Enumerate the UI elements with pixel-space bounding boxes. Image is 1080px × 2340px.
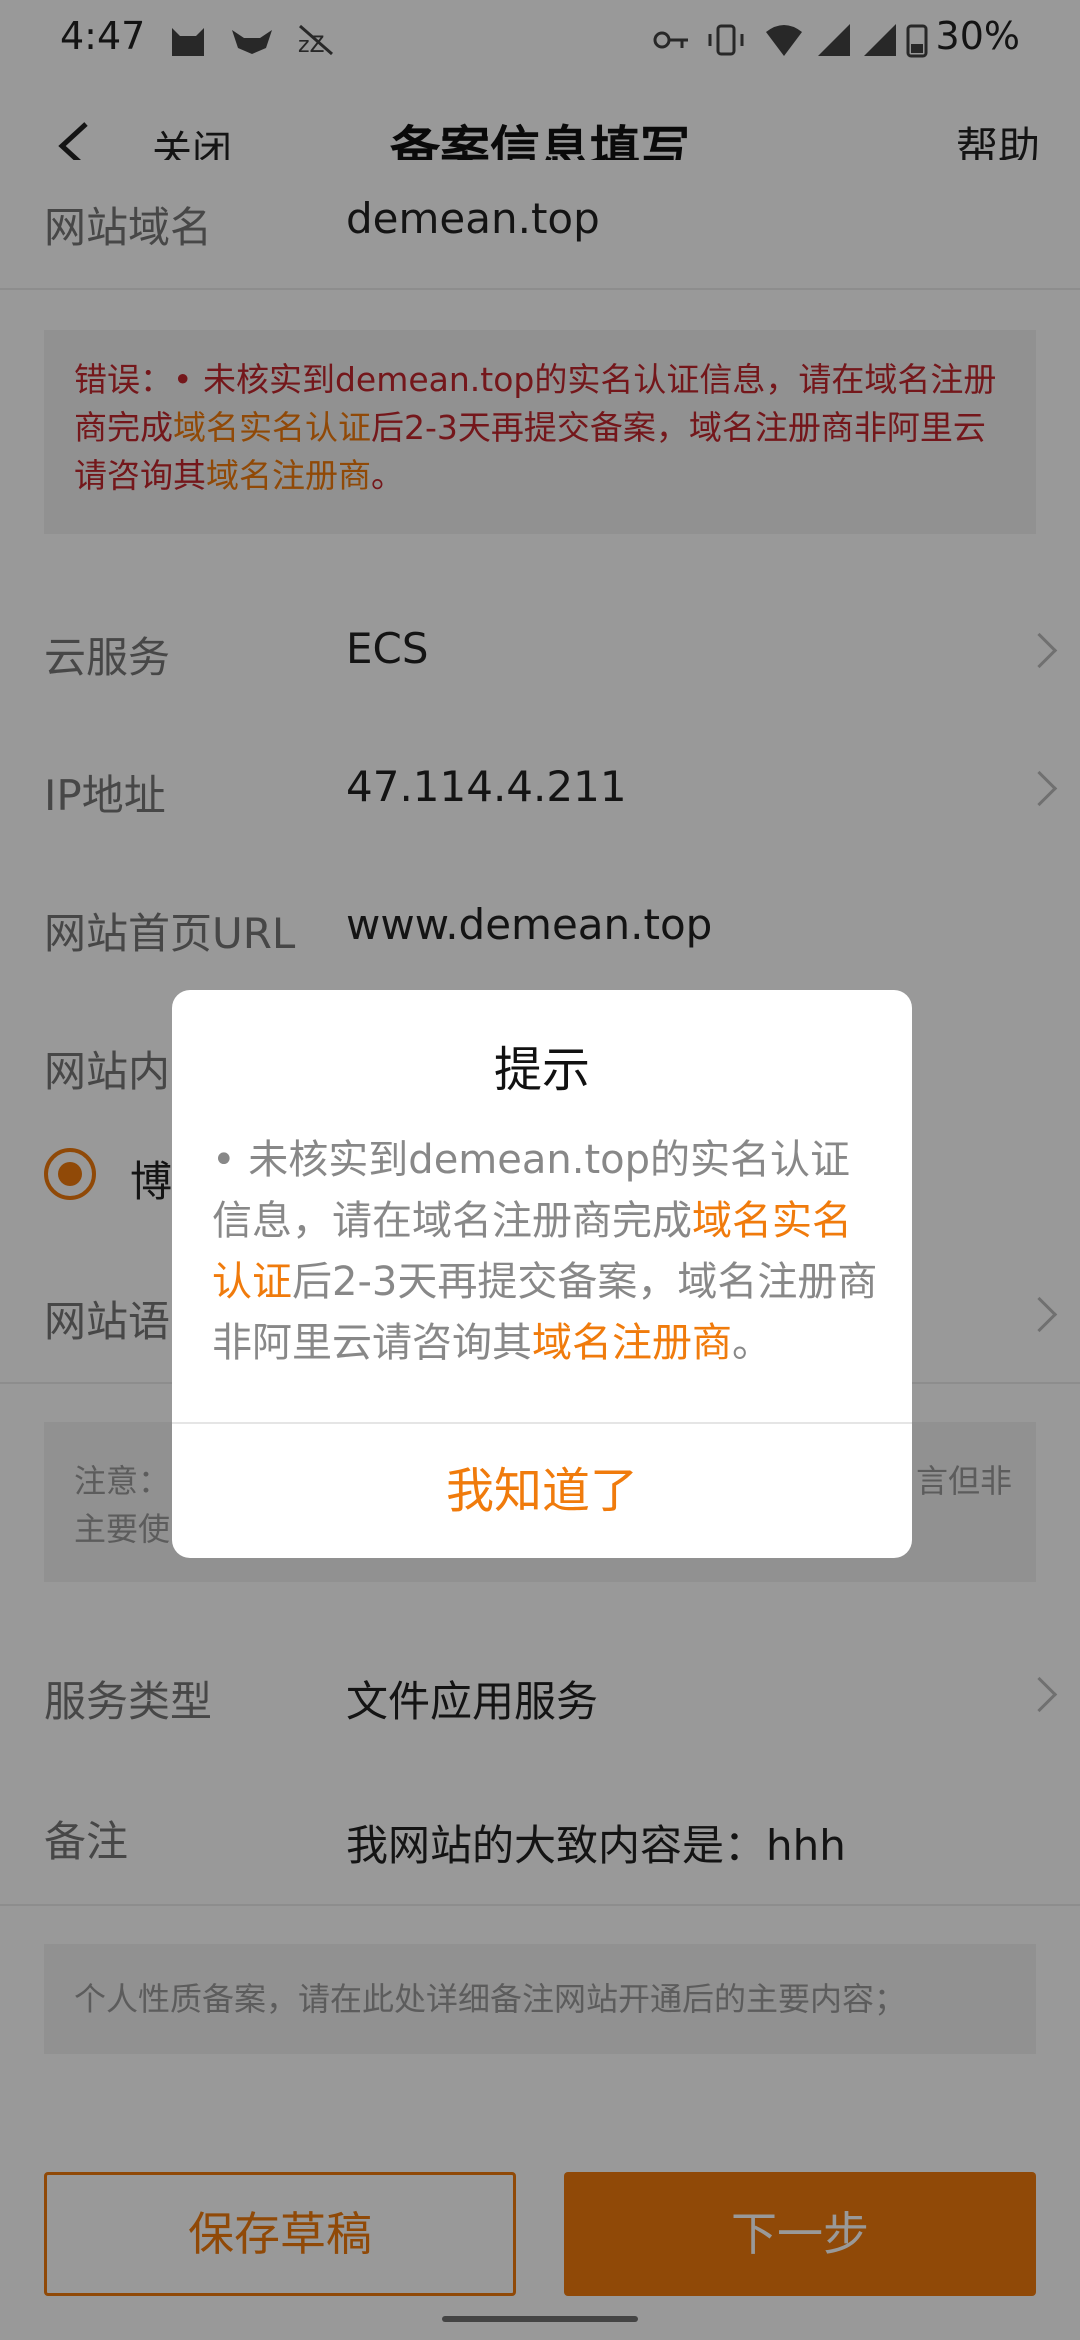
dialog-confirm-button[interactable]: 我知道了 bbox=[172, 1424, 912, 1558]
dialog-message: • 未核实到demean.top的实名认证信息，请在域名注册商完成域名实名认证后… bbox=[212, 1137, 878, 1366]
home-indicator[interactable] bbox=[442, 2316, 638, 2322]
dialog-title: 提示 bbox=[493, 1042, 590, 1098]
dialog-domain-registrar-link[interactable]: 域名注册商 bbox=[532, 1320, 732, 1366]
alert-dialog: 提示 • 未核实到demean.top的实名认证信息，请在域名注册商完成域名实名… bbox=[172, 990, 912, 1558]
